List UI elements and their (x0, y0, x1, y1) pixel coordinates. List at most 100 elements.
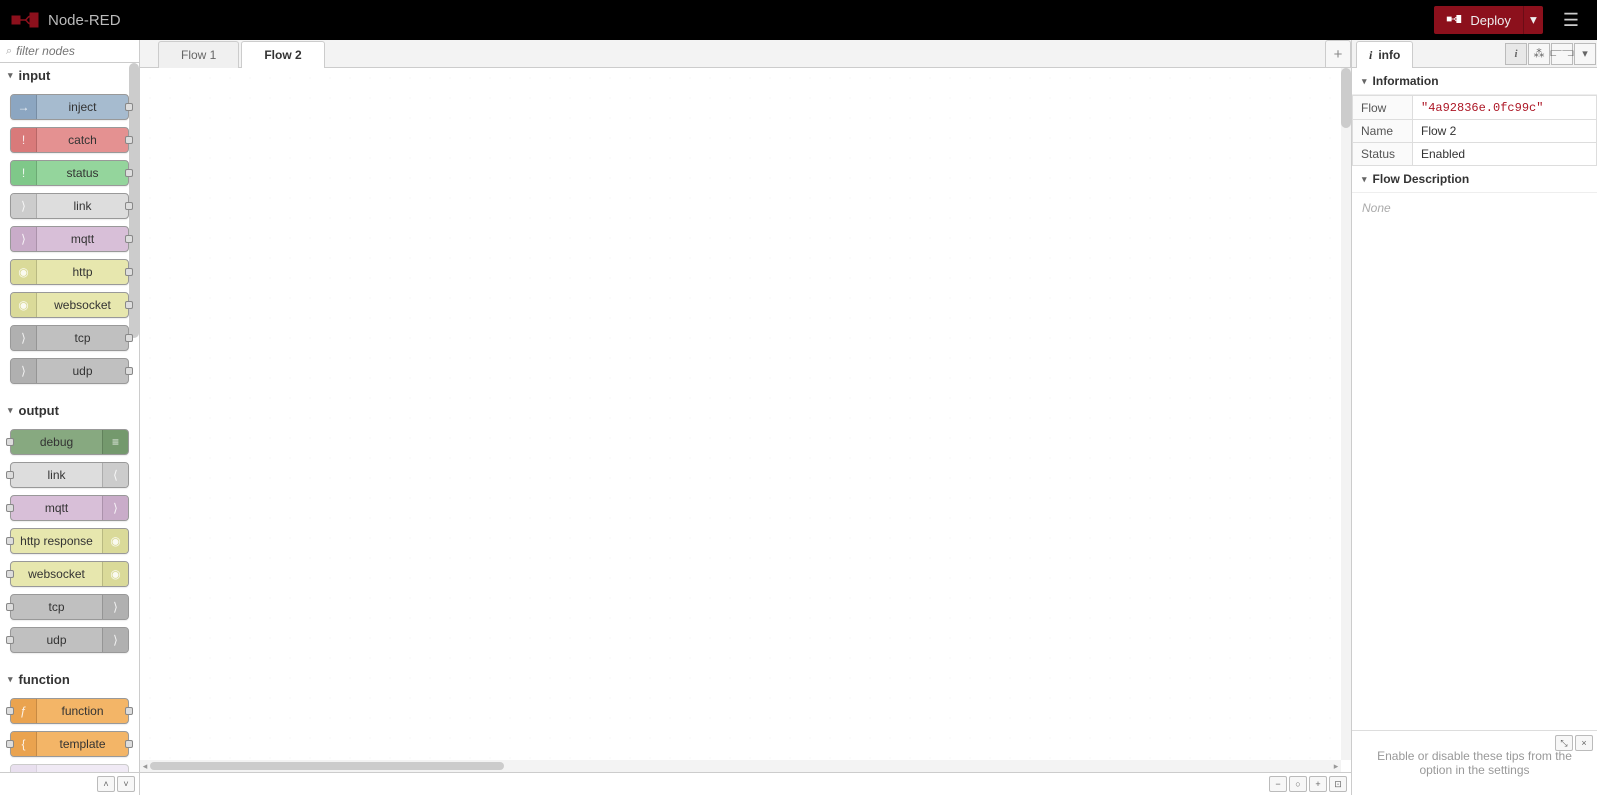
hscroll-left-button[interactable]: ◂ (140, 761, 150, 772)
info-status-value: Enabled (1413, 143, 1597, 166)
canvas-hthumb[interactable] (150, 762, 504, 770)
palette-node-debug[interactable]: debug≡ (10, 429, 129, 455)
palette-node-function[interactable]: ƒfunction (10, 698, 129, 724)
palette-node-mqtt[interactable]: mqtt⟩ (10, 495, 129, 521)
chevron-down-icon: ▾ (8, 70, 13, 81)
output-port[interactable] (125, 103, 133, 111)
palette-node-udp[interactable]: ⟩udp (10, 358, 129, 384)
output-port[interactable] (125, 268, 133, 276)
canvas-vscroll[interactable] (1341, 68, 1351, 760)
sidebar-dashboard-button[interactable]: ⫍⫎ (1551, 43, 1573, 65)
section-information-label: Information (1373, 74, 1439, 88)
section-description[interactable]: ▾ Flow Description (1352, 166, 1597, 193)
node-label: http (37, 265, 128, 279)
node-label: delay (37, 770, 128, 772)
palette-node-mqtt[interactable]: ⟩mqtt (10, 226, 129, 252)
input-port[interactable] (6, 636, 14, 644)
chevron-down-icon: ▾ (8, 405, 13, 416)
sidebar-tab-info[interactable]: i info (1356, 41, 1413, 68)
node-type-icon: ! (11, 161, 37, 185)
input-port[interactable] (6, 570, 14, 578)
output-port[interactable] (125, 301, 133, 309)
info-table: Flow "4a92836e.0fc99c" Name Flow 2 Statu… (1352, 95, 1597, 166)
palette-node-tcp[interactable]: ⟩tcp (10, 325, 129, 351)
add-flow-button[interactable]: + (1325, 40, 1351, 67)
palette-node-websocket[interactable]: ◉websocket (10, 292, 129, 318)
palette-node-inject[interactable]: →inject (10, 94, 129, 120)
input-port[interactable] (6, 504, 14, 512)
palette-node-http[interactable]: ◉http (10, 259, 129, 285)
hscroll-right-button[interactable]: ▸ (1331, 761, 1341, 772)
node-label: http response (11, 534, 102, 548)
navigator-button[interactable]: ⊡ (1329, 776, 1347, 792)
output-port[interactable] (125, 136, 133, 144)
palette-node-catch[interactable]: !catch (10, 127, 129, 153)
hscroll-track[interactable] (150, 762, 1331, 770)
plus-icon: + (1315, 779, 1320, 789)
output-port[interactable] (125, 169, 133, 177)
palette-node-http-response[interactable]: http response◉ (10, 528, 129, 554)
palette-category-input[interactable]: ▾ input (0, 63, 139, 88)
canvas-vthumb[interactable] (1341, 68, 1351, 128)
zoom-in-button[interactable]: + (1309, 776, 1327, 792)
tips-text: Enable or disable these tips from the op… (1377, 749, 1572, 777)
flow-tab[interactable]: Flow 2 (241, 41, 324, 68)
category-label: function (19, 672, 70, 687)
input-port[interactable] (6, 438, 14, 446)
caret-down-icon: ▾ (1530, 12, 1537, 28)
palette-filter-input[interactable] (16, 44, 133, 58)
input-port[interactable] (6, 707, 14, 715)
deploy-icon (1446, 12, 1462, 29)
app-logo: Node-RED (10, 10, 121, 30)
sidebar-more-button[interactable]: ▾ (1574, 43, 1596, 65)
main-menu-button[interactable]: ☰ (1555, 6, 1587, 35)
palette-node-link[interactable]: link⟨ (10, 462, 129, 488)
deploy-button[interactable]: Deploy (1434, 6, 1522, 34)
info-key: Flow (1353, 96, 1413, 120)
tips-close-button[interactable]: × (1575, 735, 1593, 751)
palette-category-function[interactable]: ▾function (0, 667, 139, 692)
node-label: tcp (37, 331, 128, 345)
node-label: debug (11, 435, 102, 449)
output-port[interactable] (125, 740, 133, 748)
palette-node-udp[interactable]: udp⟩ (10, 627, 129, 653)
node-label: websocket (11, 567, 102, 581)
palette-node-template[interactable]: {template (10, 731, 129, 757)
palette-node-status[interactable]: !status (10, 160, 129, 186)
zoom-reset-button[interactable]: ○ (1289, 776, 1307, 792)
sidebar-debug-button[interactable]: ⁂ (1528, 43, 1550, 65)
node-label: mqtt (37, 232, 128, 246)
palette-collapse-up-button[interactable]: ˄ (97, 776, 115, 792)
flow-id-value: "4a92836e.0fc99c" (1421, 101, 1543, 115)
category-label: input (19, 68, 51, 83)
palette-category-output[interactable]: ▾ output (0, 398, 139, 423)
node-type-icon: ◉ (102, 529, 128, 553)
category-label: output (19, 403, 59, 418)
output-port[interactable] (125, 334, 133, 342)
input-port[interactable] (6, 471, 14, 479)
input-port[interactable] (6, 603, 14, 611)
palette-node-delay[interactable]: ◷delay (10, 764, 129, 772)
output-port[interactable] (125, 367, 133, 375)
flow-canvas[interactable] (140, 68, 1351, 772)
tips-prev-button[interactable]: ⤡ (1555, 735, 1573, 751)
output-port[interactable] (125, 707, 133, 715)
zoom-out-button[interactable]: − (1269, 776, 1287, 792)
flow-tab[interactable]: Flow 1 (158, 41, 239, 68)
node-type-icon: ◷ (11, 765, 37, 772)
palette-node-link[interactable]: ⟩link (10, 193, 129, 219)
section-information[interactable]: ▾ Information (1352, 68, 1597, 95)
node-type-icon: ⟩ (11, 194, 37, 218)
palette-node-tcp[interactable]: tcp⟩ (10, 594, 129, 620)
palette-collapse-down-button[interactable]: ˅ (117, 776, 135, 792)
output-port[interactable] (125, 235, 133, 243)
output-port[interactable] (125, 202, 133, 210)
sidebar-tabs: i info i ⁂ ⫍⫎ ▾ (1352, 40, 1597, 68)
workspace-panel: Flow 1Flow 2 + ◂ ▸ − ○ + ⊡ (140, 40, 1352, 795)
deploy-options-button[interactable]: ▾ (1523, 6, 1543, 34)
sidebar-info-button[interactable]: i (1505, 43, 1527, 65)
input-port[interactable] (6, 740, 14, 748)
input-port[interactable] (6, 537, 14, 545)
palette-node-websocket[interactable]: websocket◉ (10, 561, 129, 587)
workspace-footer: − ○ + ⊡ (140, 772, 1351, 795)
